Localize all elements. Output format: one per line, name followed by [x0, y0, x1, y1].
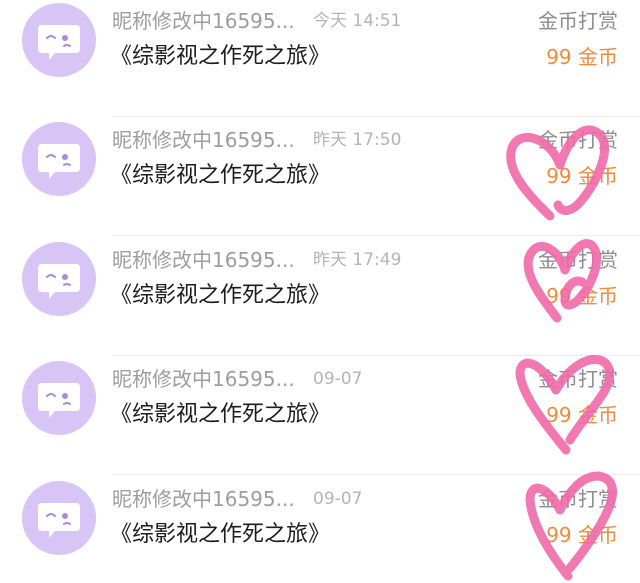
- reward-amount: 99 金币: [546, 164, 618, 188]
- reward-amount: 99 金币: [546, 284, 618, 308]
- avatar[interactable]: [22, 481, 96, 555]
- book-title[interactable]: 《综影视之作死之旅》: [110, 276, 330, 316]
- avatar[interactable]: [22, 3, 96, 77]
- chat-bubble-face-icon: [38, 503, 80, 538]
- chat-bubble-face-icon: [38, 25, 80, 60]
- divider: [112, 474, 640, 475]
- list-item[interactable]: 昵称修改中16595... 09-07 《综影视之作死之旅》 金币打赏 99 金…: [0, 359, 640, 478]
- reward-type-label: 金币打赏: [538, 367, 618, 391]
- reward-type-label: 金币打赏: [538, 248, 618, 272]
- avatar[interactable]: [22, 242, 96, 316]
- reward-amount: 99 金币: [546, 523, 618, 547]
- book-title[interactable]: 《综影视之作死之旅》: [110, 156, 330, 196]
- chat-bubble-face-icon: [38, 264, 80, 299]
- avatar[interactable]: [22, 361, 96, 435]
- divider: [112, 235, 640, 236]
- nickname: 昵称修改中16595...: [112, 128, 295, 152]
- nickname: 昵称修改中16595...: [112, 487, 295, 511]
- avatar[interactable]: [22, 122, 96, 196]
- divider: [112, 355, 640, 356]
- reward-type-label: 金币打赏: [538, 128, 618, 152]
- book-title[interactable]: 《综影视之作死之旅》: [110, 515, 330, 555]
- reward-amount: 99 金币: [546, 403, 618, 427]
- list-item[interactable]: 昵称修改中16595... 昨天 17:50 《综影视之作死之旅》 金币打赏 9…: [0, 120, 640, 239]
- timestamp: 今天 14:51: [313, 11, 402, 31]
- timestamp: 09-07: [313, 489, 363, 509]
- nickname: 昵称修改中16595...: [112, 367, 295, 391]
- chat-bubble-face-icon: [38, 383, 80, 418]
- list-item[interactable]: 昵称修改中16595... 09-07 《综影视之作死之旅》 金币打赏 99 金…: [0, 479, 640, 583]
- reward-amount: 99 金币: [546, 45, 618, 69]
- list-item[interactable]: 昵称修改中16595... 昨天 17:49 《综影视之作死之旅》 金币打赏 9…: [0, 240, 640, 359]
- book-title[interactable]: 《综影视之作死之旅》: [110, 395, 330, 435]
- nickname: 昵称修改中16595...: [112, 248, 295, 272]
- timestamp: 09-07: [313, 369, 363, 389]
- divider: [112, 116, 640, 117]
- reward-type-label: 金币打赏: [538, 9, 618, 33]
- book-title[interactable]: 《综影视之作死之旅》: [110, 37, 330, 77]
- list-item[interactable]: 昵称修改中16595... 今天 14:51 《综影视之作死之旅》 金币打赏 9…: [0, 1, 640, 120]
- chat-bubble-face-icon: [38, 144, 80, 179]
- reward-type-label: 金币打赏: [538, 487, 618, 511]
- timestamp: 昨天 17:49: [313, 250, 402, 270]
- nickname: 昵称修改中16595...: [112, 9, 295, 33]
- timestamp: 昨天 17:50: [313, 130, 402, 150]
- reward-list: 昵称修改中16595... 今天 14:51 《综影视之作死之旅》 金币打赏 9…: [0, 0, 640, 583]
